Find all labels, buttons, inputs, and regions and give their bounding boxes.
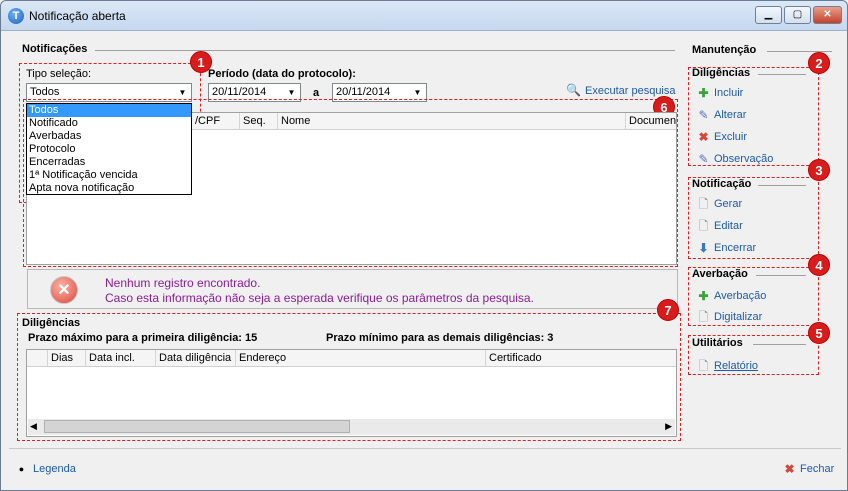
legenda-link[interactable]: Legenda bbox=[33, 463, 76, 475]
column-header[interactable]: Data incl. bbox=[85, 350, 155, 367]
minimize-button[interactable]: ▁ bbox=[755, 6, 782, 24]
marker-badge-7: 7 bbox=[657, 299, 679, 321]
chevron-down-icon[interactable]: ▼ bbox=[175, 85, 190, 100]
dropdown-option[interactable]: Encerradas bbox=[27, 156, 191, 169]
editar-button[interactable]: Editar bbox=[714, 220, 743, 232]
date-to-value: 20/11/2014 bbox=[336, 86, 391, 98]
add-icon: ✚ bbox=[698, 86, 709, 100]
tipo-selecao-value: Todos bbox=[30, 86, 60, 98]
excluir-button[interactable]: Excluir bbox=[714, 131, 747, 143]
divider bbox=[756, 275, 806, 276]
marker-badge-3: 3 bbox=[808, 159, 830, 181]
gerar-button[interactable]: Gerar bbox=[714, 198, 742, 210]
horizontal-scrollbar[interactable]: ◀ ▶ bbox=[28, 419, 675, 435]
app-icon: T bbox=[8, 8, 24, 24]
diligencias-group-title: Diligências bbox=[692, 67, 751, 79]
notification-window: T Notificação aberta ▁ ▢ ✕ Notificações … bbox=[0, 0, 848, 491]
column-header[interactable]: Endereço bbox=[235, 350, 485, 367]
close-button[interactable]: ✕ bbox=[813, 6, 842, 24]
title-bar: T Notificação aberta ▁ ▢ ✕ bbox=[1, 1, 847, 31]
alterar-button[interactable]: Alterar bbox=[714, 109, 746, 121]
fechar-button[interactable]: Fechar bbox=[800, 463, 834, 475]
divider bbox=[758, 74, 806, 75]
prazo-maximo: Prazo máximo para a primeira diligência:… bbox=[28, 332, 258, 344]
notificacao-group-title: Notificação bbox=[692, 178, 752, 190]
dropdown-option[interactable]: Protocolo bbox=[27, 143, 191, 156]
divider bbox=[753, 344, 806, 345]
divider bbox=[95, 50, 675, 51]
column-header[interactable]: Nome bbox=[277, 113, 625, 130]
document-icon: 🗋 bbox=[698, 197, 709, 211]
grid-header: Dias Data incl. Data diligência Endereço… bbox=[27, 350, 676, 367]
pencil-icon: ✎ bbox=[698, 108, 709, 122]
dropdown-option[interactable]: 1ª Notificação vencida bbox=[27, 169, 191, 182]
incluir-button[interactable]: Incluir bbox=[714, 87, 743, 99]
relatorio-button[interactable]: Relatório bbox=[714, 360, 758, 372]
column-header[interactable]: Seq. bbox=[239, 113, 277, 130]
chevron-down-icon[interactable]: ▼ bbox=[410, 85, 425, 100]
message-line-1: Nenhum registro encontrado. bbox=[105, 276, 261, 290]
prazo-minimo: Prazo mínimo para as demais diligências:… bbox=[326, 332, 554, 344]
down-arrow-icon: ⬇ bbox=[698, 241, 709, 255]
observacao-button[interactable]: Observação bbox=[714, 153, 773, 165]
diligencias-grid[interactable]: Dias Data incl. Data diligência Endereço… bbox=[26, 349, 677, 437]
tipo-selecao-dropdown: Todos Notificado Averbadas Protocolo Enc… bbox=[26, 103, 192, 195]
column-header[interactable]: Data diligência bbox=[155, 350, 235, 367]
delete-icon: ✖ bbox=[698, 130, 709, 144]
document-icon: 🗋 bbox=[698, 219, 709, 233]
utilitarios-group-title: Utilitários bbox=[692, 337, 743, 349]
maximize-button[interactable]: ▢ bbox=[784, 6, 811, 24]
date-from-value: 20/11/2014 bbox=[212, 86, 267, 98]
averbacao-button[interactable]: Averbação bbox=[714, 290, 766, 302]
date-separator: a bbox=[313, 87, 320, 99]
message-line-2: Caso esta informação não seja a esperada… bbox=[105, 291, 534, 305]
marker-badge-2: 2 bbox=[808, 52, 830, 74]
column-header[interactable]: Dias bbox=[47, 350, 85, 367]
scroll-right-icon[interactable]: ▶ bbox=[665, 421, 672, 432]
averbacao-group-title: Averbação bbox=[692, 268, 748, 280]
marker-badge-4: 4 bbox=[808, 254, 830, 276]
scrollbar-thumb[interactable] bbox=[44, 420, 350, 433]
pencil-icon: ✎ bbox=[698, 152, 709, 166]
no-records-panel: ✕ Nenhum registro encontrado. Caso esta … bbox=[27, 269, 678, 309]
document-icon: 🗋 bbox=[698, 310, 709, 324]
divider bbox=[758, 185, 806, 186]
document-icon: 🗋 bbox=[698, 359, 709, 373]
column-header[interactable]: /CPF bbox=[192, 113, 236, 130]
encerrar-button[interactable]: Encerrar bbox=[714, 242, 756, 254]
bullet-icon: ● bbox=[18, 464, 25, 474]
dropdown-option[interactable]: Notificado bbox=[27, 117, 191, 130]
close-icon: ✖ bbox=[784, 462, 795, 476]
dropdown-option[interactable]: Averbadas bbox=[27, 130, 191, 143]
chevron-down-icon[interactable]: ▼ bbox=[284, 85, 299, 100]
column-header[interactable]: Documen bbox=[625, 113, 677, 130]
footer-divider bbox=[9, 448, 841, 449]
manutencao-title: Manutenção bbox=[692, 44, 757, 56]
search-icon: 🔍 bbox=[566, 83, 581, 97]
column-header[interactable]: Certificado bbox=[485, 350, 677, 367]
digitalizar-button[interactable]: Digitalizar bbox=[714, 311, 762, 323]
add-icon: ✚ bbox=[698, 289, 709, 303]
dropdown-option[interactable]: Todos bbox=[27, 104, 191, 117]
notificacoes-title: Notificações bbox=[22, 43, 88, 55]
periodo-label: Período (data do protocolo): bbox=[208, 68, 356, 80]
window-title: Notificação aberta bbox=[29, 9, 126, 23]
tipo-selecao-label: Tipo seleção: bbox=[26, 68, 92, 80]
dropdown-option[interactable]: Apta nova notificação bbox=[27, 182, 191, 195]
marker-badge-5: 5 bbox=[808, 322, 830, 344]
diligencias-title: Diligências bbox=[22, 317, 81, 329]
error-icon: ✕ bbox=[50, 276, 78, 304]
scroll-left-icon[interactable]: ◀ bbox=[30, 421, 37, 432]
